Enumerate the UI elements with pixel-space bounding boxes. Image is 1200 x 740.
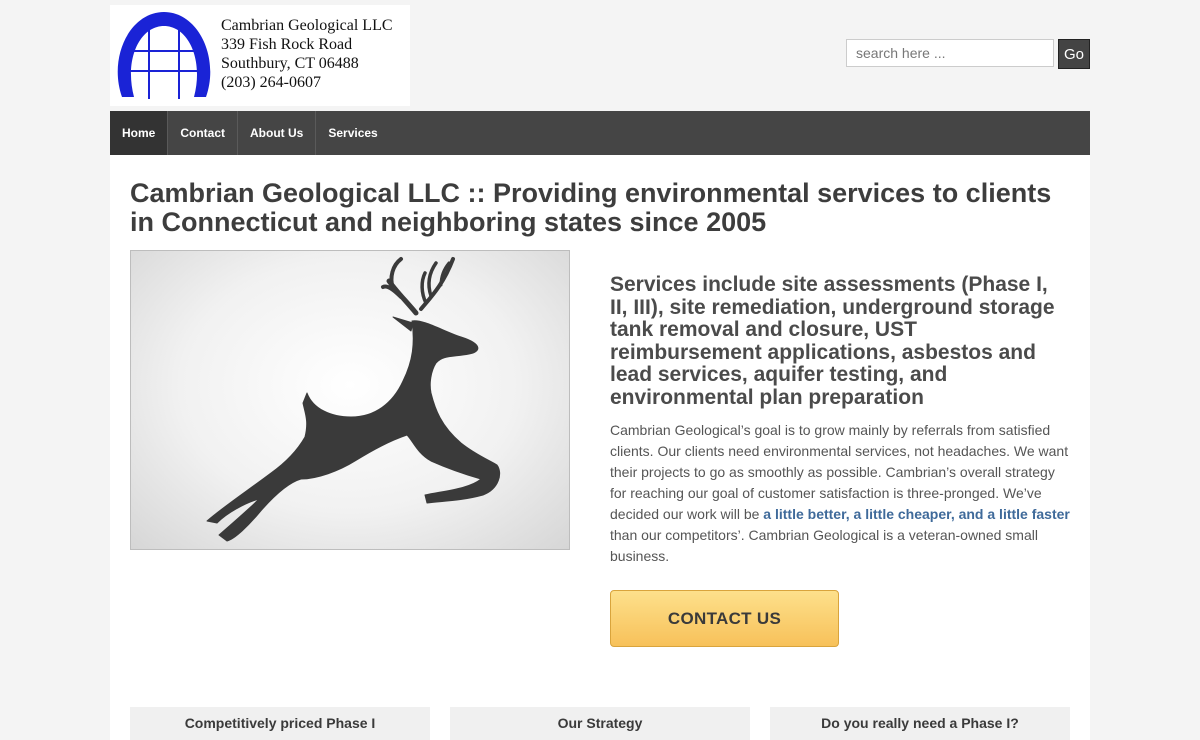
feature-boxes: Competitively priced Phase I Our Strateg…	[130, 707, 1070, 740]
feature-box-our-strategy[interactable]: Our Strategy	[450, 707, 750, 740]
page-wrapper: Cambrian Geological LLC 339 Fish Rock Ro…	[110, 0, 1090, 740]
address-line-2: Southbury, CT 06488	[221, 55, 359, 72]
logo-block[interactable]: Cambrian Geological LLC 339 Fish Rock Ro…	[110, 5, 410, 106]
leaping-deer-image	[206, 257, 501, 542]
company-address: Cambrian Geological LLC 339 Fish Rock Ro…	[221, 16, 393, 92]
site-header: Cambrian Geological LLC 339 Fish Rock Ro…	[110, 0, 1090, 111]
intro-paragraph: Cambrian Geological’s goal is to grow ma…	[610, 420, 1075, 567]
nav-item-home[interactable]: Home	[110, 111, 169, 155]
phone-number: (203) 264-0607	[221, 74, 321, 91]
company-name: Cambrian Geological LLC	[221, 17, 393, 34]
better-cheaper-faster-link[interactable]: a little better, a little cheaper, and a…	[763, 506, 1070, 522]
main-nav: Home Contact About Us Services	[110, 111, 1090, 155]
feature-box-competitive-pricing[interactable]: Competitively priced Phase I	[130, 707, 430, 740]
services-heading: Services include site assessments (Phase…	[610, 273, 1055, 409]
page-title: Cambrian Geological LLC :: Providing env…	[130, 178, 1052, 237]
contact-us-button[interactable]: CONTACT US	[610, 590, 839, 647]
nav-item-about-us[interactable]: About Us	[238, 111, 317, 155]
hero-image	[130, 250, 570, 550]
search-go-button[interactable]: Go	[1058, 39, 1090, 69]
dome-grid-logo-icon	[117, 12, 211, 99]
feature-box-need-phase-i[interactable]: Do you really need a Phase I?	[770, 707, 1070, 740]
nav-item-services[interactable]: Services	[316, 111, 389, 155]
nav-item-contact[interactable]: Contact	[168, 111, 239, 155]
main-content: Cambrian Geological LLC :: Providing env…	[110, 155, 1090, 740]
search-form: Go	[846, 39, 1090, 69]
address-line-1: 339 Fish Rock Road	[221, 36, 353, 53]
search-input[interactable]	[846, 39, 1054, 67]
intro-text-part-2: than our competitors’. Cambrian Geologic…	[610, 527, 1038, 564]
